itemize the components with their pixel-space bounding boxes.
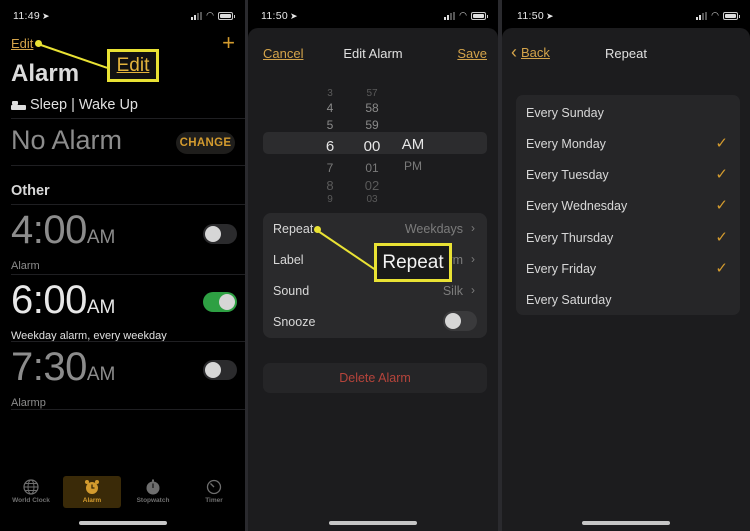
day-option-monday[interactable]: Every Monday ✓ xyxy=(526,128,730,159)
tab-timer[interactable]: Timer xyxy=(185,476,243,508)
stopwatch-icon xyxy=(146,479,160,495)
status-bar: 11:50 ➤ ◠ xyxy=(502,0,750,30)
page-title: Alarm xyxy=(11,60,80,87)
alarm-clock-icon xyxy=(85,480,99,494)
divider xyxy=(11,274,245,275)
edit-callout: Edit xyxy=(107,49,159,82)
divider xyxy=(11,165,245,166)
divider xyxy=(11,204,245,205)
edit-alarm-sheet: Cancel Edit Alarm Save 3 4 5 6 7 8 9 57 … xyxy=(248,28,498,531)
period-wheel[interactable]: AM PM xyxy=(398,134,428,175)
repeat-screen: 11:50 ➤ ◠ ‹ Back Repeat Every Sunday Ever… xyxy=(502,0,750,531)
status-bar: 11:49 ➤ ◠ xyxy=(0,0,245,30)
checkmark-icon: ✓ xyxy=(715,166,728,183)
home-indicator xyxy=(329,521,417,525)
hour-wheel[interactable]: 3 4 5 6 7 8 9 xyxy=(320,88,340,206)
wifi-icon: ◠ xyxy=(459,10,467,20)
signal-icon xyxy=(191,11,203,20)
status-time: 11:50 ➤ xyxy=(517,10,554,22)
timer-icon xyxy=(206,479,222,495)
bed-icon xyxy=(11,100,26,110)
tab-world-clock[interactable]: World Clock xyxy=(2,476,60,508)
delete-alarm-button[interactable]: Delete Alarm xyxy=(263,363,487,393)
repeat-days-list: Every Sunday Every Monday ✓ Every Tuesda… xyxy=(516,95,740,315)
checkmark-icon: ✓ xyxy=(715,197,728,214)
battery-icon xyxy=(218,11,235,20)
checkmark-icon: ✓ xyxy=(715,135,728,152)
checkmark-icon: ✓ xyxy=(715,229,728,246)
home-indicator xyxy=(582,521,670,525)
day-option-tuesday[interactable]: Every Tuesday ✓ xyxy=(526,159,730,190)
chevron-right-icon: › xyxy=(471,252,475,266)
alarm-item[interactable]: 7:30AM Alarmp xyxy=(11,345,245,413)
repeat-callout: Repeat xyxy=(374,243,452,282)
status-bar: 11:50 ➤ ◠ xyxy=(248,0,498,30)
signal-icon xyxy=(696,11,708,20)
wifi-icon: ◠ xyxy=(711,10,719,20)
other-heading: Other xyxy=(11,183,50,199)
alarm-toggle[interactable] xyxy=(203,292,237,312)
time-picker[interactable]: 3 4 5 6 7 8 9 57 58 59 00 01 02 03 AM PM xyxy=(248,88,498,205)
alarm-toggle[interactable] xyxy=(203,224,237,244)
alarm-label: Alarmp xyxy=(11,397,46,409)
chevron-right-icon: › xyxy=(471,283,475,297)
divider xyxy=(11,118,245,119)
location-icon: ➤ xyxy=(546,11,554,21)
wifi-icon: ◠ xyxy=(206,10,214,20)
chevron-right-icon: › xyxy=(471,221,475,235)
signal-icon xyxy=(444,11,456,20)
edit-button[interactable]: Edit xyxy=(11,36,33,51)
status-time: 11:49 ➤ xyxy=(13,10,50,22)
alarm-toggle[interactable] xyxy=(203,360,237,380)
tab-stopwatch[interactable]: Stopwatch xyxy=(124,476,182,508)
alarm-item[interactable]: 4:00AM Alarm xyxy=(11,208,245,276)
tab-alarm[interactable]: Alarm xyxy=(63,476,121,508)
alarm-label: Alarm xyxy=(11,260,40,272)
divider xyxy=(11,409,245,410)
sleep-no-alarm: No Alarm xyxy=(11,125,123,155)
home-indicator xyxy=(78,521,167,525)
day-option-sunday[interactable]: Every Sunday xyxy=(526,97,730,128)
alarm-item[interactable]: 6:00AM Weekday alarm, every weekday xyxy=(11,278,245,346)
checkmark-icon: ✓ xyxy=(715,260,728,277)
day-option-friday[interactable]: Every Friday ✓ xyxy=(526,253,730,284)
repeat-row[interactable]: Repeat Weekdays › xyxy=(273,213,477,244)
globe-icon xyxy=(23,479,39,495)
day-option-thursday[interactable]: Every Thursday ✓ xyxy=(526,222,730,253)
status-time: 11:50 ➤ xyxy=(261,10,298,22)
divider xyxy=(11,341,245,342)
day-option-saturday[interactable]: Every Saturday xyxy=(526,284,730,315)
tab-bar: World Clock Alarm Stopwatch Timer xyxy=(0,476,245,511)
back-button[interactable]: ‹ Back xyxy=(511,42,550,62)
snooze-row: Snooze xyxy=(273,306,477,337)
minute-wheel[interactable]: 57 58 59 00 01 02 03 xyxy=(358,88,386,206)
battery-icon xyxy=(723,11,740,20)
sleep-wake-heading: Sleep | Wake Up xyxy=(11,97,138,113)
day-option-wednesday[interactable]: Every Wednesday ✓ xyxy=(526,190,730,221)
change-button[interactable]: CHANGE xyxy=(176,132,235,154)
edit-alarm-screen: 11:50 ➤ ◠ Cancel Edit Alarm Save 3 4 5 6 … xyxy=(248,0,498,531)
snooze-toggle[interactable] xyxy=(443,311,477,331)
battery-icon xyxy=(471,11,488,20)
location-icon: ➤ xyxy=(290,11,298,21)
cancel-button[interactable]: Cancel xyxy=(263,46,303,61)
repeat-sheet: ‹ Back Repeat Every Sunday Every Monday … xyxy=(502,28,750,531)
chevron-left-icon: ‹ xyxy=(511,42,517,62)
location-icon: ➤ xyxy=(42,11,50,21)
save-button[interactable]: Save xyxy=(457,46,487,61)
add-alarm-button[interactable]: + xyxy=(222,30,235,56)
